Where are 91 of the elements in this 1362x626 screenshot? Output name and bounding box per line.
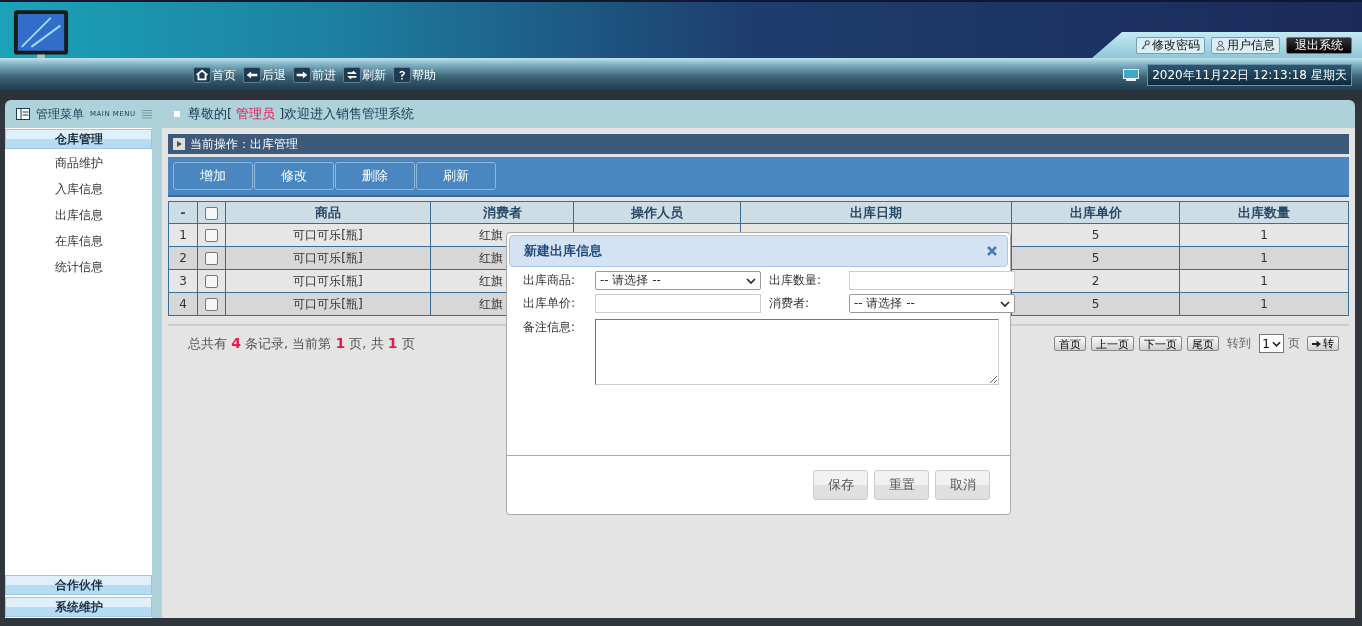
table-cell: 红旗 — [479, 296, 503, 311]
field-label: 消费者: — [769, 295, 811, 312]
column-header: 出库单价 — [1069, 204, 1122, 220]
monitor-icon — [1123, 69, 1139, 81]
column-header: - — [180, 205, 186, 220]
sidebar-group-header[interactable]: 合作伙伴 — [5, 575, 152, 595]
table-cell: 可口可乐[瓶] — [293, 250, 363, 265]
menu-icon — [141, 109, 152, 119]
table-cell: 可口可乐[瓶] — [293, 273, 363, 288]
datetime-display: 2020年11月22日 12:13:18 星期天 — [1147, 64, 1352, 86]
row-checkbox[interactable] — [205, 229, 218, 242]
table-cell: 可口可乐[瓶] — [293, 296, 363, 311]
column-header: 操作人员 — [631, 204, 683, 220]
welcome-message: 尊敬的[ 管理员 ]欢迎进入销售管理系统 — [188, 105, 415, 123]
toolbar-button[interactable]: 删除 — [335, 162, 415, 190]
nav-link[interactable]: 帮助 — [412, 66, 436, 84]
column-header: 消费者 — [482, 204, 522, 220]
row-number: 4 — [179, 297, 187, 311]
menu-title: 管理菜单 — [36, 105, 84, 123]
sidebar-item[interactable]: 统计信息 — [54, 258, 103, 276]
remark-field[interactable] — [595, 319, 999, 385]
nav-link[interactable]: 前进 — [312, 66, 336, 84]
play-icon — [173, 138, 185, 150]
page-button[interactable]: 上一页 — [1091, 336, 1135, 351]
column-header: 出库日期 — [850, 204, 902, 220]
table-cell: 5 — [1091, 297, 1100, 311]
select-all-checkbox[interactable] — [205, 207, 218, 220]
table-cell: 1 — [1260, 274, 1268, 288]
dialog-button[interactable]: 保存 — [813, 470, 868, 500]
row-number: 2 — [179, 251, 187, 265]
record-summary: 总共有 4 条记录, 当前第 1 页, 共 1 页 — [188, 334, 415, 353]
dialog-button[interactable]: 取消 — [935, 470, 990, 500]
logout-button[interactable]: 退出系统 — [1286, 36, 1352, 54]
table-cell: 1 — [1260, 228, 1268, 242]
nav-link[interactable]: 刷新 — [362, 66, 386, 84]
column-header: 出库数量 — [1238, 204, 1290, 220]
input-field[interactable] — [595, 294, 761, 313]
input-field[interactable] — [849, 271, 1015, 290]
table-cell: 1 — [1260, 297, 1268, 311]
go-button[interactable]: 转 — [1307, 336, 1339, 351]
sidebar-group-header[interactable]: 系统维护 — [5, 597, 152, 617]
table-cell: 红旗 — [479, 273, 503, 288]
sidebar-item[interactable]: 出库信息 — [54, 206, 103, 224]
toolbar-button[interactable]: 修改 — [254, 162, 334, 190]
close-icon[interactable] — [987, 246, 997, 256]
layout-icon — [16, 108, 30, 120]
refresh-icon — [342, 67, 362, 83]
row-checkbox[interactable] — [205, 298, 218, 311]
row-number: 3 — [179, 274, 187, 288]
field-label: 出库商品: — [523, 272, 577, 289]
table-cell: 红旗 — [479, 250, 503, 265]
column-header: 商品 — [315, 204, 341, 220]
page-button[interactable]: 下一页 — [1139, 336, 1183, 351]
key-icon — [1141, 39, 1150, 51]
field-label: 出库单价: — [523, 295, 577, 312]
user-icon — [1216, 39, 1225, 51]
nav-link[interactable]: 后退 — [262, 66, 286, 84]
toolbar-button[interactable]: 增加 — [173, 162, 253, 190]
nav-link[interactable]: 首页 — [212, 66, 236, 84]
arrow-right-icon — [1312, 339, 1321, 348]
row-checkbox[interactable] — [205, 252, 218, 265]
header-link-button[interactable]: 修改密码 — [1136, 36, 1205, 54]
goto-label: 转到 — [1227, 335, 1252, 352]
sidebar-group-header[interactable]: 仓库管理 — [5, 129, 152, 149]
select-field[interactable]: -- 请选择 -- — [849, 294, 1015, 313]
sidebar-item[interactable]: 入库信息 — [54, 180, 103, 198]
sidebar-item[interactable]: 在库信息 — [54, 232, 103, 250]
current-operation: 当前操作：出库管理 — [190, 135, 298, 153]
dialog-button[interactable]: 重置 — [874, 470, 929, 500]
table-cell: 5 — [1091, 251, 1100, 265]
row-checkbox[interactable] — [205, 275, 218, 288]
field-label: 出库数量: — [769, 272, 823, 289]
header-link-button[interactable]: 用户信息 — [1211, 36, 1280, 54]
table-cell: 5 — [1091, 228, 1100, 242]
row-number: 1 — [179, 228, 187, 242]
table-cell: 可口可乐[瓶] — [293, 227, 363, 242]
page-button[interactable]: 尾页 — [1187, 336, 1220, 351]
table-cell: 2 — [1091, 274, 1100, 288]
sidebar-item[interactable]: 商品维护 — [54, 154, 103, 172]
toolbar-button[interactable]: 刷新 — [416, 162, 496, 190]
table-cell: 1 — [1260, 251, 1268, 265]
page-button[interactable]: 首页 — [1054, 336, 1087, 351]
page-suffix: 页 — [1288, 335, 1300, 352]
field-label: 备注信息: — [523, 319, 577, 336]
select-field[interactable]: -- 请选择 -- — [595, 271, 761, 290]
help-icon — [392, 67, 412, 83]
page-select[interactable]: 1 — [1259, 334, 1284, 353]
bullet-icon — [174, 111, 180, 117]
home-icon — [192, 67, 212, 83]
dialog-title: 新建出库信息 — [524, 242, 602, 260]
table-cell: 红旗 — [479, 227, 503, 242]
